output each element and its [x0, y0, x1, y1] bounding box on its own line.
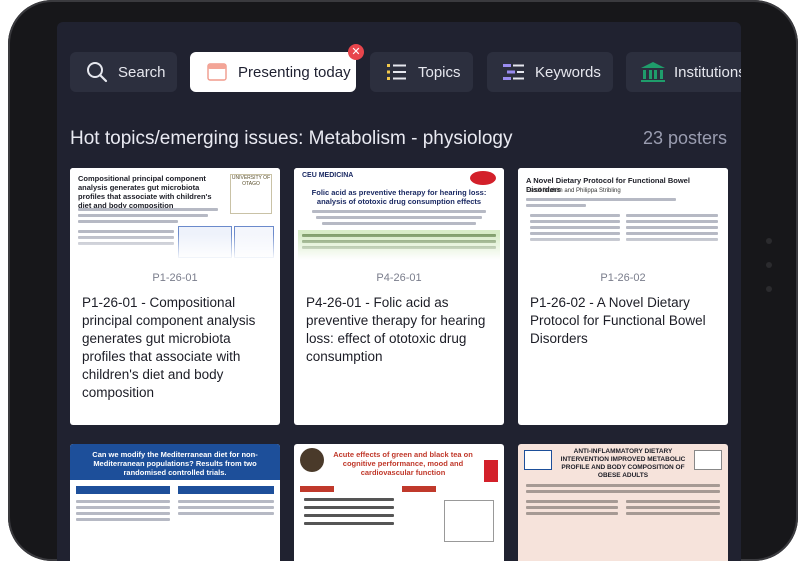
app-screen: Search Presenting today ✕ Topics Keyword…	[57, 22, 741, 561]
poster-title: P4-26-01 - Folic acid as preventive ther…	[306, 295, 486, 364]
poster-card[interactable]: A Novel Dietary Protocol for Functional …	[518, 168, 728, 425]
institutions-button[interactable]: Institutions	[626, 52, 741, 92]
thumbnail-title: Acute effects of green and black tea on …	[333, 450, 473, 477]
poster-card[interactable]: Compositional principal component analys…	[70, 168, 280, 425]
thumbnail-title: ANTI-INFLAMMATORY DIETARY INTERVENTION I…	[560, 448, 686, 479]
thumbnail-title: Compositional principal component analys…	[78, 174, 212, 210]
institution-icon	[640, 59, 666, 85]
search-label: Search	[118, 63, 166, 81]
keywords-button[interactable]: Keywords	[487, 52, 613, 92]
poster-code: P1-26-02	[600, 272, 646, 284]
poster-title: P1-26-01 - Compositional principal compo…	[82, 295, 256, 400]
presenting-today-label: Presenting today	[238, 63, 351, 81]
filter-toolbar: Search Presenting today ✕ Topics Keyword…	[57, 44, 741, 94]
poster-code: P4-26-01	[376, 272, 422, 284]
device-button	[766, 262, 772, 268]
university-logo: UNIVERSITY OF OTAGO	[230, 174, 272, 214]
poster-title: P1-26-02 - A Novel Dietary Protocol for …	[530, 295, 706, 346]
device-button	[766, 286, 772, 292]
poster-thumbnail: CEU MEDICINA Folic acid as preventive th…	[294, 168, 504, 260]
poster-thumbnail: A Novel Dietary Protocol for Functional …	[518, 168, 728, 260]
topics-label: Topics	[418, 63, 461, 81]
section-title: Hot topics/emerging issues: Metabolism -…	[70, 128, 513, 149]
poster-card[interactable]: ANTI-INFLAMMATORY DIETARY INTERVENTION I…	[518, 444, 728, 561]
search-icon	[84, 59, 110, 85]
thumbnail-title: Can we modify the Mediterranean diet for…	[92, 450, 258, 477]
institutions-label: Institutions	[674, 63, 741, 81]
presenting-today-filter[interactable]: Presenting today ✕	[190, 44, 364, 92]
poster-card[interactable]: Acute effects of green and black tea on …	[294, 444, 504, 561]
poster-code: P1-26-01	[152, 272, 198, 284]
close-icon[interactable]: ✕	[348, 44, 364, 60]
calendar-icon	[204, 59, 230, 85]
search-button[interactable]: Search	[70, 52, 177, 92]
keyword-list-icon	[501, 59, 527, 85]
topics-button[interactable]: Topics	[370, 52, 473, 92]
keywords-label: Keywords	[535, 63, 601, 81]
poster-card[interactable]: CEU MEDICINA Folic acid as preventive th…	[294, 168, 504, 425]
institution-logo: CEU MEDICINA	[302, 172, 354, 179]
poster-card[interactable]: Can we modify the Mediterranean diet for…	[70, 444, 280, 561]
list-icon	[384, 59, 410, 85]
poster-thumbnail: Compositional principal component analys…	[70, 168, 280, 260]
poster-count: 23 posters	[642, 128, 727, 148]
device-button	[766, 238, 772, 244]
thumbnail-title: Folic acid as preventive therapy for hea…	[311, 188, 487, 206]
thumbnail-authors: Fandi Ibrahim and Philippa Stribling	[526, 188, 621, 194]
